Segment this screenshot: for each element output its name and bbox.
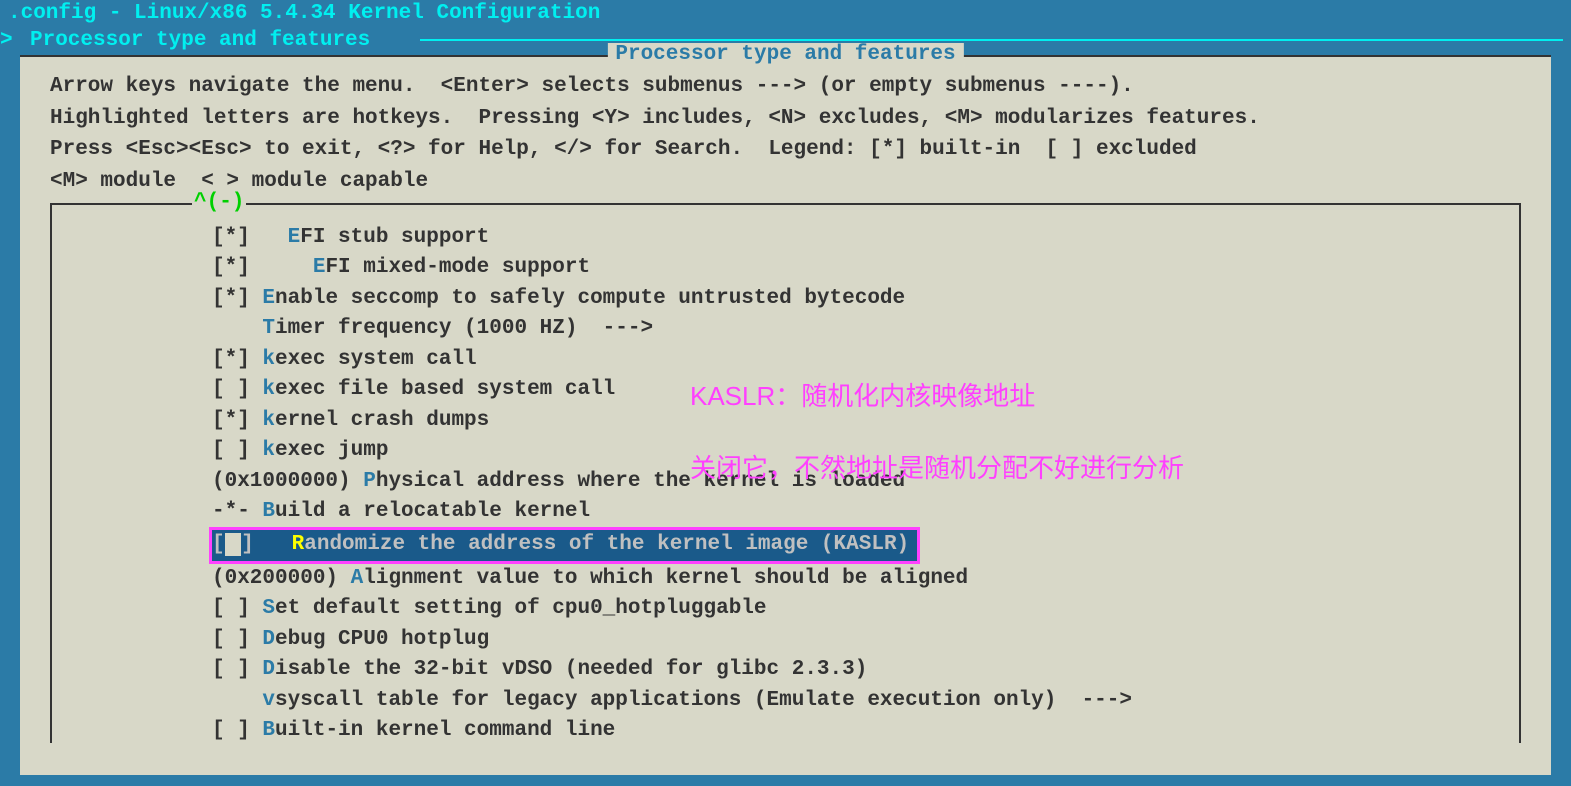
menu-item-9[interactable]: -*- Build a relocatable kernel — [212, 497, 1519, 527]
hotkey: B — [262, 719, 275, 742]
menu-label: FI stub support — [300, 226, 489, 249]
scroll-up-indicator[interactable]: ^(-) — [192, 191, 246, 214]
hotkey: D — [262, 628, 275, 651]
hotkey: B — [262, 500, 275, 523]
hotkey: P — [363, 470, 376, 493]
breadcrumb-arrow: > — [0, 29, 13, 52]
annotation-kaslr-advice: 关闭它，不然地址是随机分配不好进行分析 — [690, 448, 1184, 485]
breadcrumb-text: Processor type and features — [30, 29, 370, 52]
menu-label: imer frequency (1000 HZ) ---> — [275, 317, 653, 340]
hotkey: E — [313, 256, 326, 279]
hotkey: S — [262, 597, 275, 620]
menu-item-15[interactable]: vsyscall table for legacy applications (… — [212, 686, 1519, 716]
menu-item-16[interactable]: [ ] Built-in kernel command line — [212, 716, 1519, 746]
hotkey: T — [262, 317, 275, 340]
menu-label: FI mixed-mode support — [325, 256, 590, 279]
menu-label: nable seccomp to safely compute untruste… — [275, 287, 905, 310]
hotkey: R — [292, 533, 305, 556]
menu-label: isable the 32-bit vDSO (needed for glibc… — [275, 658, 867, 681]
menu-item-12[interactable]: [ ] Set default setting of cpu0_hotplugg… — [212, 594, 1519, 624]
menu-item-11[interactable]: (0x200000) Alignment value to which kern… — [212, 564, 1519, 594]
menu-label: uilt-in kernel command line — [275, 719, 615, 742]
hotkey: A — [351, 567, 364, 590]
menu-label: exec jump — [275, 439, 388, 462]
hotkey: E — [262, 287, 275, 310]
panel-title: Processor type and features — [607, 43, 963, 66]
menu-label: ebug CPU0 hotplug — [275, 628, 489, 651]
menu-label: ernel crash dumps — [275, 409, 489, 432]
menu-item-4[interactable]: [*] kexec system call — [212, 345, 1519, 375]
menu-label: exec file based system call — [275, 378, 615, 401]
checkbox-inner[interactable] — [225, 533, 242, 556]
menu-item-13[interactable]: [ ] Debug CPU0 hotplug — [212, 625, 1519, 655]
hotkey: k — [262, 348, 275, 371]
menu-label: uild a relocatable kernel — [275, 500, 590, 523]
menu-label: andomize the address of the kernel image… — [304, 533, 909, 556]
main-panel: Processor type and features Arrow keys n… — [20, 55, 1551, 775]
menu-label: exec system call — [275, 348, 477, 371]
menu-item-10[interactable]: [ ] Randomize the address of the kernel … — [209, 527, 920, 563]
hotkey: k — [262, 378, 275, 401]
window-title: .config - Linux/x86 5.4.34 Kernel Config… — [0, 0, 1571, 27]
menu-label: lignment value to which kernel should be… — [363, 567, 968, 590]
menu-item-0[interactable]: [*] EFI stub support — [212, 223, 1519, 253]
menu-label: syscall table for legacy applications (E… — [275, 689, 1132, 712]
hotkey: k — [262, 439, 275, 462]
breadcrumb-line — [420, 39, 1563, 41]
hotkey: E — [288, 226, 301, 249]
hotkey: D — [262, 658, 275, 681]
menu-item-1[interactable]: [*] EFI mixed-mode support — [212, 253, 1519, 283]
annotation-kaslr-desc: KASLR：随机化内核映像地址 — [690, 376, 1035, 413]
hotkey: v — [262, 689, 275, 712]
menu-item-2[interactable]: [*] Enable seccomp to safely compute unt… — [212, 284, 1519, 314]
help-text: Arrow keys navigate the menu. <Enter> se… — [20, 57, 1551, 203]
menu-label: et default setting of cpu0_hotpluggable — [275, 597, 766, 620]
hotkey: k — [262, 409, 275, 432]
menu-item-14[interactable]: [ ] Disable the 32-bit vDSO (needed for … — [212, 655, 1519, 685]
menu-item-3[interactable]: Timer frequency (1000 HZ) ---> — [212, 314, 1519, 344]
